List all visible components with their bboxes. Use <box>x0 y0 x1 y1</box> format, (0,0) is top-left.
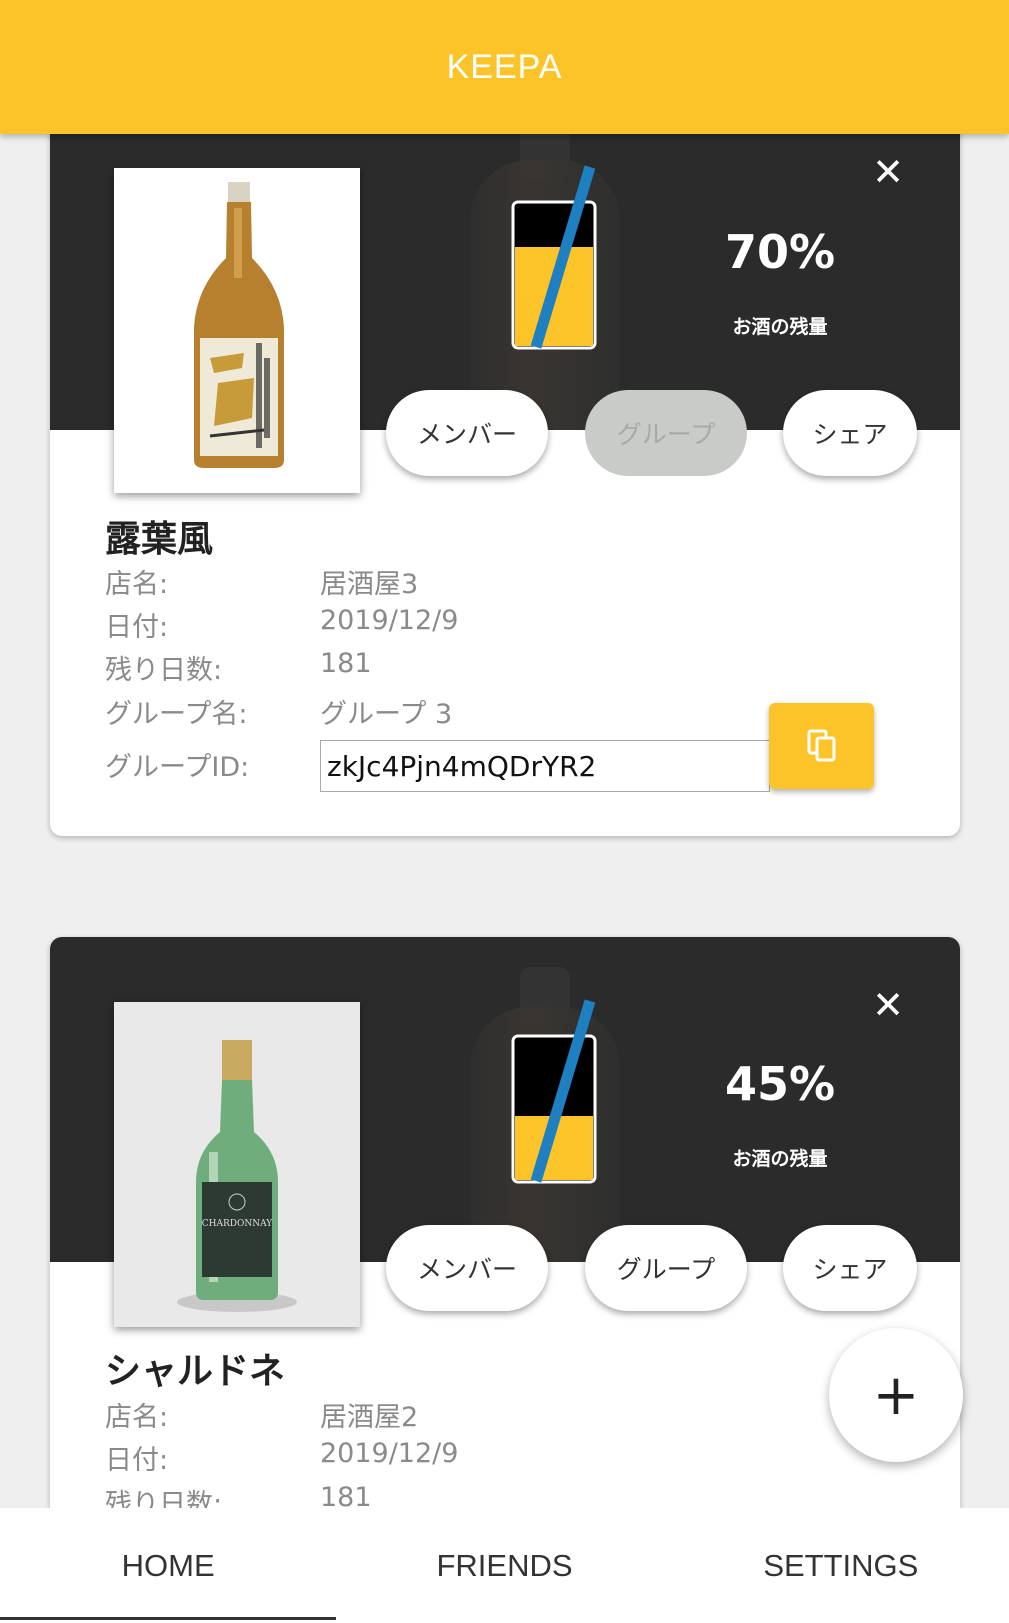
plus-icon: + <box>872 1362 920 1428</box>
field-label: 日付: <box>105 1445 169 1476</box>
field-label: 店名: <box>105 569 169 600</box>
card-list[interactable]: ✕ 70% お酒の残量 メンバー グループ シェア 露葉風 店名: 居酒屋3 日… <box>0 0 1009 1508</box>
group-button[interactable]: グループ <box>585 390 747 476</box>
remaining-label: お酒の残量 <box>732 1148 828 1170</box>
field-value: 181 <box>320 1482 372 1508</box>
remaining-percent: 70% <box>724 225 836 279</box>
share-button[interactable]: シェア <box>783 1225 917 1311</box>
sake-name: シャルドネ <box>105 1351 286 1392</box>
field-label: 残り日数: <box>105 1489 223 1508</box>
info-row-shop: 店名: 居酒屋2 <box>105 1395 805 1435</box>
field-value: グループ 3 <box>320 699 453 730</box>
app-header: KEEPA <box>0 0 1009 134</box>
sake-card: ✕ 70% お酒の残量 メンバー グループ シェア 露葉風 店名: 居酒屋3 日… <box>50 80 960 836</box>
info-row-days-left: 残り日数: 181 <box>105 648 805 688</box>
tab-settings[interactable]: SETTINGS <box>673 1508 1009 1623</box>
sake-bottle-photo <box>114 168 360 493</box>
field-label: 残り日数: <box>105 655 223 686</box>
field-value: 181 <box>320 648 372 679</box>
tab-home[interactable]: HOME <box>0 1508 337 1623</box>
add-button[interactable]: + <box>829 1328 963 1462</box>
member-button[interactable]: メンバー <box>386 1225 548 1311</box>
copy-button[interactable] <box>769 703 874 789</box>
info-row-date: 日付: 2019/12/9 <box>105 1438 805 1478</box>
field-value: 2019/12/9 <box>320 605 459 636</box>
group-id-field[interactable] <box>320 740 770 792</box>
svg-text:CHARDONNAY: CHARDONNAY <box>202 1219 273 1229</box>
member-button[interactable]: メンバー <box>386 390 548 476</box>
field-value: 居酒屋3 <box>320 569 419 600</box>
close-icon[interactable]: ✕ <box>868 152 908 192</box>
sake-name: 露葉風 <box>105 519 214 560</box>
remaining-percent: 45% <box>724 1057 836 1111</box>
bottom-navigation: HOME FRIENDS SETTINGS <box>0 1508 1009 1623</box>
remaining-label: お酒の残量 <box>732 316 828 338</box>
group-button[interactable]: グループ <box>585 1225 747 1311</box>
tab-friends[interactable]: FRIENDS <box>336 1508 672 1623</box>
sake-card: CHARDONNAY ✕ 45% お酒の残量 メンバー グループ シェア シャル… <box>50 937 960 1508</box>
copy-icon <box>807 729 835 762</box>
app-title: KEEPA <box>446 47 563 86</box>
glass-level-icon <box>511 165 597 350</box>
field-label: グループID: <box>105 752 250 783</box>
info-row-shop: 店名: 居酒屋3 <box>105 562 805 602</box>
wine-bottle-photo: CHARDONNAY <box>114 1002 360 1327</box>
field-label: 店名: <box>105 1402 169 1433</box>
field-label: グループ名: <box>105 699 248 730</box>
info-row-days-left: 残り日数: 181 <box>105 1482 805 1508</box>
close-icon[interactable]: ✕ <box>868 985 908 1025</box>
field-value: 居酒屋2 <box>320 1402 419 1433</box>
field-label: 日付: <box>105 612 169 643</box>
info-row-date: 日付: 2019/12/9 <box>105 605 805 645</box>
field-value: 2019/12/9 <box>320 1438 459 1469</box>
glass-level-icon <box>511 999 597 1184</box>
info-row-group-name: グループ名: グループ 3 <box>105 692 805 732</box>
share-button[interactable]: シェア <box>783 390 917 476</box>
